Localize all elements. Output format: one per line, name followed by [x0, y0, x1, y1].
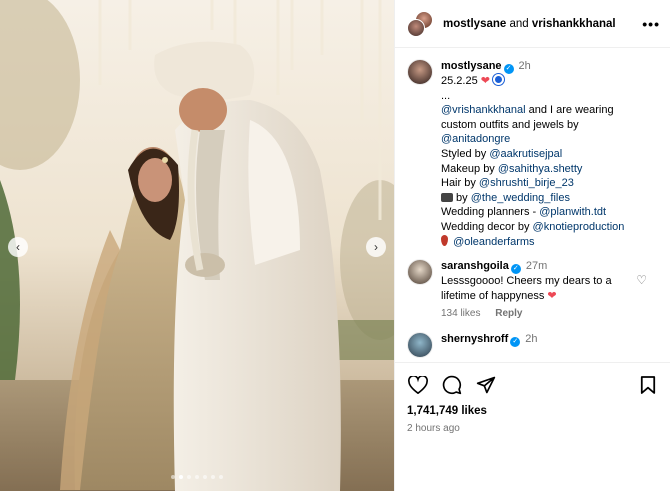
comment-body: saranshgoila ✓ 27m Lesssgoooo! Cheers my d…	[441, 259, 659, 322]
wedding-photo-illustration	[0, 0, 394, 491]
comment-text: lifetime of happyness	[441, 289, 545, 302]
mention-link[interactable]: @vrishankkhanal	[441, 104, 526, 116]
comment-like-heart-icon[interactable]: ♡	[636, 273, 647, 287]
carousel-dot	[195, 475, 199, 479]
red-heart-emoji-icon: ❤	[547, 289, 557, 302]
comment-time: 27m	[525, 260, 548, 273]
caption: mostlysane ✓ 2h 25.2.25 ❤ ... @vrishankkha…	[407, 59, 659, 249]
carousel-dot-active	[179, 475, 183, 479]
caption-time: 2h	[518, 60, 531, 72]
comment-time: 2h	[525, 332, 538, 345]
avatar[interactable]	[407, 331, 433, 358]
post-photo[interactable]: ‹ ›	[0, 0, 394, 491]
likes-count[interactable]: 1,741,749 likes	[407, 405, 659, 417]
post-header: mostlysane and vrishankkhanal •••	[395, 0, 670, 48]
caption-text: Styled by	[441, 147, 490, 160]
author-username-link[interactable]: vrishankkhanal	[532, 18, 616, 30]
avatar	[407, 18, 425, 37]
post-time[interactable]: 2 hours ago	[407, 423, 659, 434]
comment-text: Lesssgoooo! Cheers my dears to a	[441, 275, 612, 288]
comments-section[interactable]: mostlysane ✓ 2h 25.2.25 ❤ ... @vrishankkha…	[395, 49, 670, 361]
caption-text: Hair by	[441, 177, 479, 190]
carousel-dot	[211, 475, 215, 479]
avatar[interactable]	[407, 259, 433, 286]
post-actions: 1,741,749 likes 2 hours ago	[395, 362, 670, 434]
red-heart-emoji-icon: ❤	[480, 75, 490, 87]
comment: saranshgoila ✓ 27m Lesssgoooo! Cheers my d…	[407, 259, 659, 322]
mention-link[interactable]: @shrushti_birje_23	[479, 177, 574, 189]
post-authors: mostlysane and vrishankkhanal	[443, 18, 642, 30]
carousel-dot	[219, 475, 223, 479]
verified-badge-icon: ✓	[510, 336, 521, 347]
action-icons	[407, 373, 659, 397]
mention-link[interactable]: @oleanderfarms	[453, 236, 534, 248]
caption-text: and I are wearing	[525, 104, 614, 117]
caption-text: custom outfits and jewels by	[441, 118, 579, 131]
chevron-left-icon: ‹	[16, 240, 20, 254]
verified-badge-icon: ✓	[510, 264, 521, 275]
reply-button[interactable]: Reply	[495, 308, 522, 319]
mention-link[interactable]: @sahithya.shetty	[498, 163, 583, 175]
comment-username[interactable]: saranshgoila	[441, 260, 509, 272]
mention-link[interactable]: @anitadongre	[441, 133, 510, 145]
avatar[interactable]	[407, 59, 433, 85]
caption-ellipsis: ...	[441, 89, 451, 102]
caption-date: 25.2.25	[441, 75, 478, 87]
comment-bubble-icon[interactable]	[441, 374, 463, 396]
comment-username[interactable]: shernyshroff	[441, 333, 508, 345]
verified-badge-icon: ✓	[503, 64, 514, 74]
camera-emoji-icon	[441, 192, 453, 202]
carousel-indicator	[0, 475, 394, 479]
author-username-link[interactable]: mostlysane	[443, 18, 506, 30]
carousel-dot	[171, 475, 175, 479]
caption-text: Makeup by	[441, 162, 498, 175]
save-bookmark-icon[interactable]	[637, 374, 659, 396]
location-pin-emoji-icon	[441, 234, 448, 246]
previous-slide-button[interactable]: ‹	[8, 237, 28, 257]
mention-link[interactable]: @knotieproduction	[533, 221, 625, 233]
caption-text: Wedding planners -	[441, 206, 540, 219]
share-paper-plane-icon[interactable]	[475, 374, 497, 396]
next-slide-button[interactable]: ›	[366, 237, 386, 257]
collab-avatars[interactable]	[407, 10, 433, 37]
authors-joiner: and	[509, 17, 529, 30]
instagram-post-modal: ‹ › mostlysane and vrishankkhanal ••• mo…	[0, 0, 670, 491]
post-details-panel: mostlysane and vrishankkhanal ••• mostly…	[394, 0, 670, 491]
nazar-amulet-emoji-icon	[493, 74, 505, 85]
comment-body: shernyshroff ✓ 2h	[441, 332, 659, 358]
comment-likes-count[interactable]: 134 likes	[441, 308, 480, 319]
more-options-icon[interactable]: •••	[642, 16, 660, 32]
mention-link[interactable]: @aakrutisejpal	[489, 148, 562, 160]
mention-link[interactable]: @planwith.tdt	[539, 206, 606, 218]
mention-link[interactable]: @the_wedding_files	[471, 192, 570, 204]
caption-text: Wedding decor by	[441, 220, 533, 233]
caption-text: by	[453, 191, 471, 204]
caption-body: mostlysane ✓ 2h 25.2.25 ❤ ... @vrishankkha…	[441, 59, 659, 249]
chevron-right-icon: ›	[374, 240, 378, 254]
like-heart-icon[interactable]	[407, 374, 429, 396]
carousel-dot	[203, 475, 207, 479]
caption-username[interactable]: mostlysane	[441, 60, 502, 72]
comment: shernyshroff ✓ 2h	[407, 331, 659, 358]
carousel-dot	[187, 475, 191, 479]
